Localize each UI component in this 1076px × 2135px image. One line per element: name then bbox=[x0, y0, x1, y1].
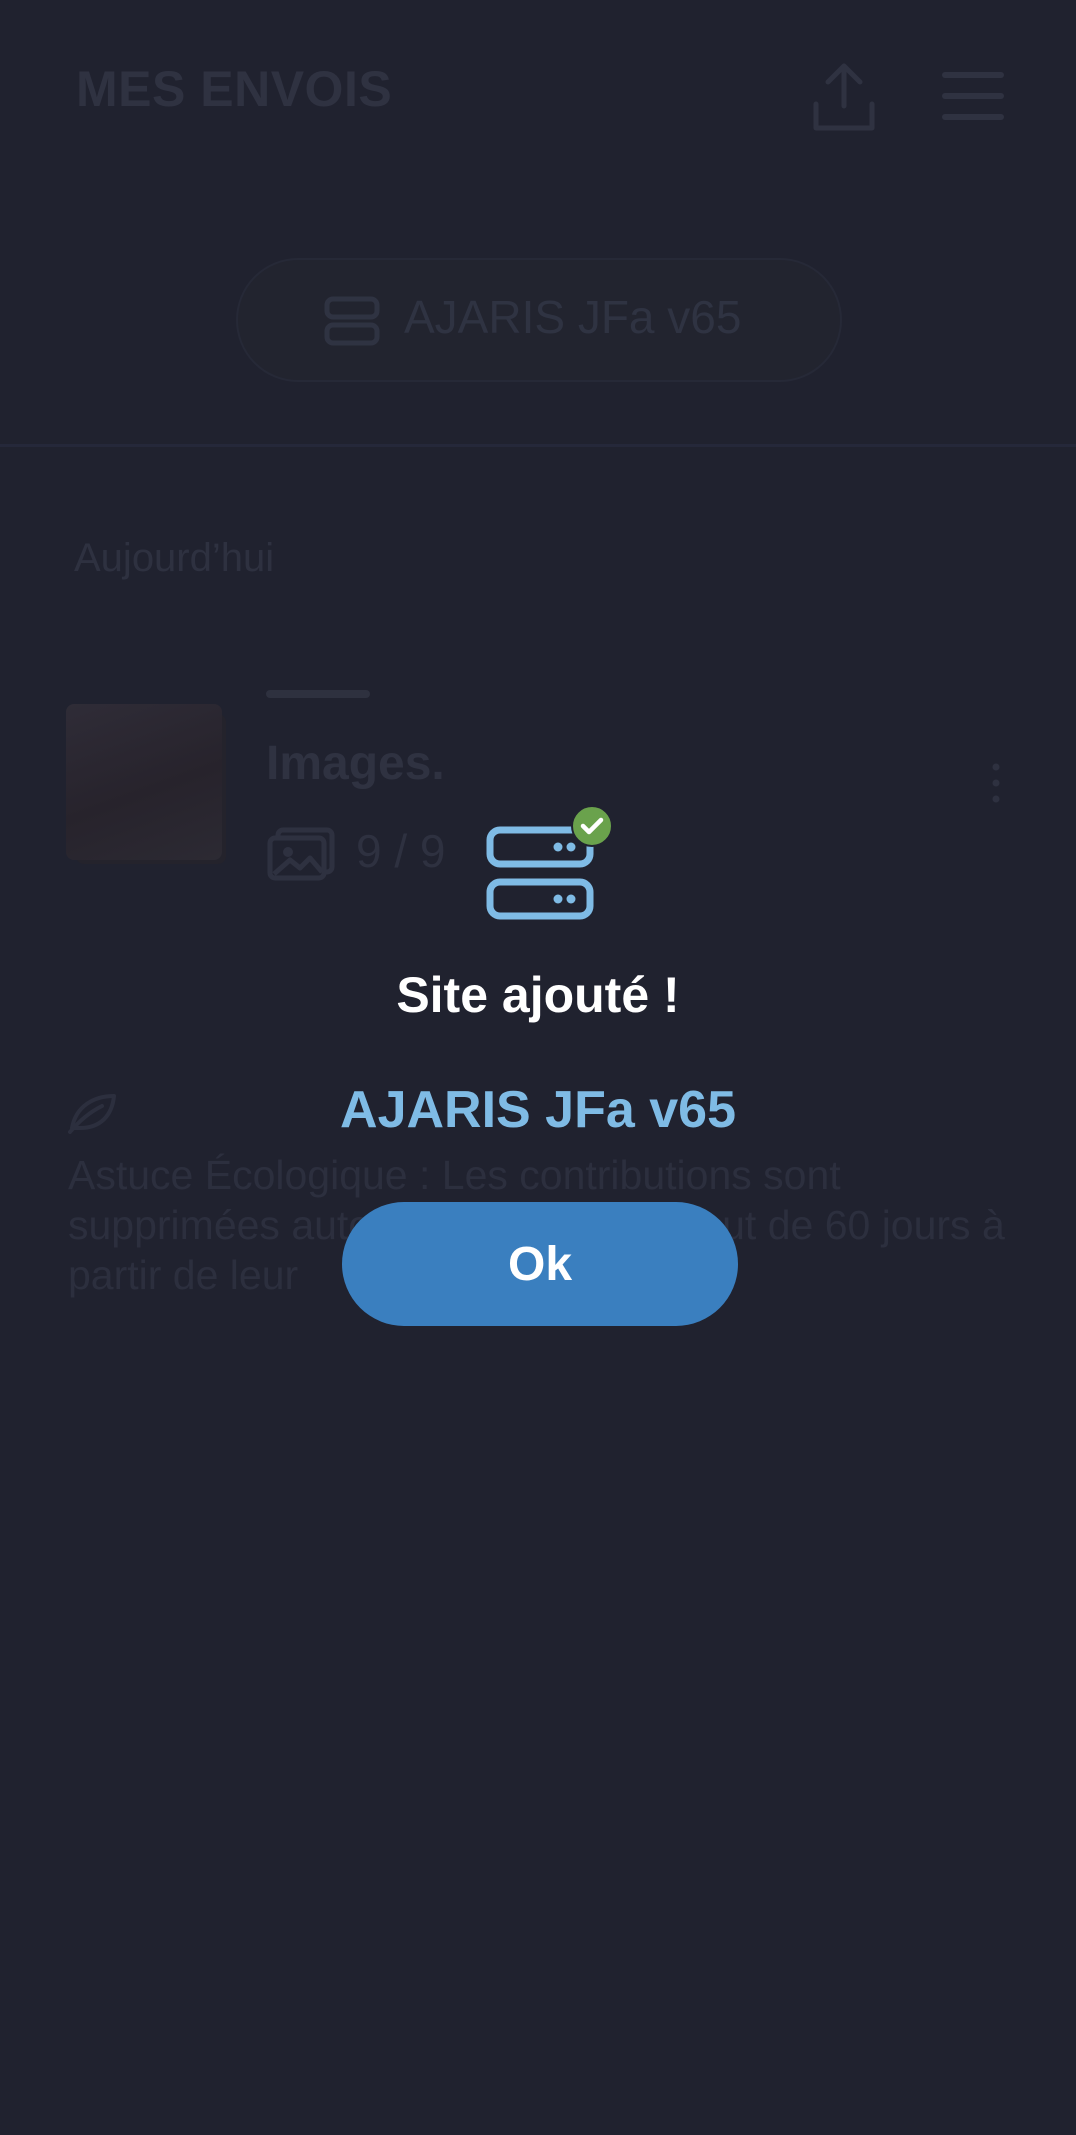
server-check-icon bbox=[486, 806, 613, 920]
success-dialog: Site ajouté ! AJARIS JFa v65 Ok bbox=[0, 0, 1076, 2135]
ok-button[interactable]: Ok bbox=[342, 1202, 738, 1326]
dialog-site-name: AJARIS JFa v65 bbox=[340, 1081, 736, 1139]
dialog-title: Site ajouté ! bbox=[396, 967, 680, 1023]
